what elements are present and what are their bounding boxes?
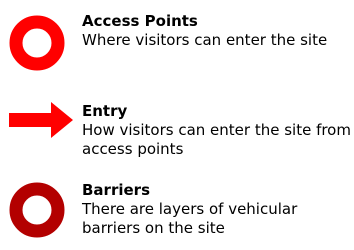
legend-title: Access Points [82, 12, 198, 30]
legend-description: There are layers of vehicular barriers o… [82, 200, 298, 237]
dark-red-ring-icon [9, 182, 65, 238]
legend-text-entry: Entry How visitors can enter the site fr… [82, 102, 352, 159]
legend-description: How visitors can enter the site from acc… [82, 121, 351, 158]
red-ring-icon [9, 15, 65, 71]
legend-item-barriers: Barriers There are layers of vehicular b… [0, 172, 354, 250]
red-arrow-icon [9, 102, 73, 138]
legend-title: Entry [82, 102, 128, 120]
legend-item-access-points: Access Points Where visitors can enter t… [0, 8, 354, 78]
legend-title: Barriers [82, 181, 150, 199]
legend-item-entry: Entry How visitors can enter the site fr… [0, 92, 354, 162]
legend-description: Where visitors can enter the site [82, 31, 328, 49]
legend-text-access-points: Access Points Where visitors can enter t… [82, 12, 352, 50]
legend-text-barriers: Barriers There are layers of vehicular b… [82, 181, 352, 238]
